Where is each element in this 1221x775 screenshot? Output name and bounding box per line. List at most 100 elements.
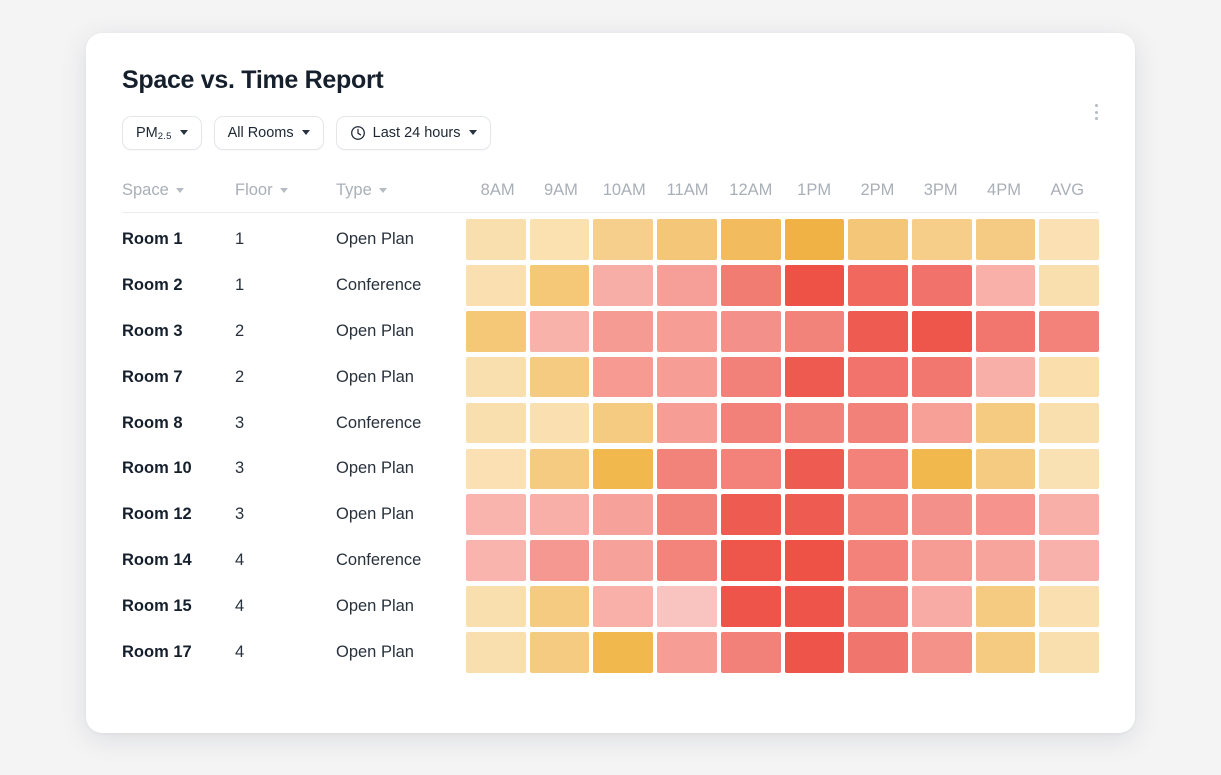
heatmap-cell[interactable] bbox=[657, 310, 717, 352]
heatmap-cell[interactable] bbox=[720, 264, 781, 306]
heatmap-cell[interactable] bbox=[784, 540, 845, 582]
heatmap-cell[interactable] bbox=[466, 264, 526, 306]
heatmap-cell[interactable] bbox=[657, 586, 717, 627]
heatmap-cell[interactable] bbox=[975, 219, 1036, 260]
heatmap-cell[interactable] bbox=[529, 356, 590, 398]
heatmap-cell[interactable] bbox=[975, 402, 1036, 444]
heatmap-cell[interactable] bbox=[848, 632, 908, 673]
heatmap-cell[interactable] bbox=[657, 632, 717, 673]
kebab-vertical-icon[interactable] bbox=[1085, 99, 1107, 125]
heatmap-cell[interactable] bbox=[720, 540, 781, 582]
heatmap-cell[interactable] bbox=[784, 494, 845, 536]
filter-timerange-button[interactable]: Last 24 hours bbox=[335, 115, 491, 150]
heatmap-cell[interactable] bbox=[784, 219, 845, 260]
heatmap-cell[interactable] bbox=[529, 586, 590, 627]
heatmap-cell[interactable] bbox=[1039, 448, 1100, 490]
heatmap-cell[interactable] bbox=[657, 264, 717, 306]
heatmap-cell[interactable] bbox=[466, 448, 526, 490]
heatmap-cell[interactable] bbox=[593, 586, 654, 627]
heatmap-cell[interactable] bbox=[1039, 356, 1100, 398]
heatmap-cell[interactable] bbox=[848, 402, 908, 444]
table-row[interactable]: Room 1 1 Open Plan bbox=[122, 217, 1100, 263]
heatmap-cell[interactable] bbox=[975, 264, 1036, 306]
heatmap-cell[interactable] bbox=[975, 540, 1036, 582]
table-row[interactable]: Room 10 3 Open Plan bbox=[122, 446, 1100, 492]
heatmap-cell[interactable] bbox=[1039, 264, 1100, 306]
heatmap-cell[interactable] bbox=[975, 448, 1036, 490]
heatmap-cell[interactable] bbox=[657, 219, 717, 260]
heatmap-cell[interactable] bbox=[529, 310, 590, 352]
heatmap-cell[interactable] bbox=[720, 219, 781, 260]
heatmap-cell[interactable] bbox=[784, 310, 845, 352]
heatmap-cell[interactable] bbox=[657, 402, 717, 444]
heatmap-cell[interactable] bbox=[720, 494, 781, 536]
heatmap-cell[interactable] bbox=[657, 448, 717, 490]
table-row[interactable]: Room 8 3 Conference bbox=[122, 400, 1100, 446]
table-row[interactable]: Room 14 4 Conference bbox=[122, 538, 1100, 584]
heatmap-cell[interactable] bbox=[1039, 540, 1100, 582]
heatmap-cell[interactable] bbox=[466, 219, 526, 260]
heatmap-cell[interactable] bbox=[1039, 219, 1100, 260]
table-row[interactable]: Room 15 4 Open Plan bbox=[122, 584, 1100, 630]
heatmap-cell[interactable] bbox=[593, 448, 654, 490]
heatmap-cell[interactable] bbox=[593, 632, 654, 673]
heatmap-cell[interactable] bbox=[720, 632, 781, 673]
heatmap-cell[interactable] bbox=[848, 586, 908, 627]
heatmap-cell[interactable] bbox=[911, 264, 972, 306]
heatmap-cell[interactable] bbox=[657, 356, 717, 398]
heatmap-cell[interactable] bbox=[975, 356, 1036, 398]
heatmap-cell[interactable] bbox=[529, 219, 590, 260]
heatmap-cell[interactable] bbox=[848, 540, 908, 582]
heatmap-cell[interactable] bbox=[466, 494, 526, 536]
heatmap-cell[interactable] bbox=[975, 310, 1036, 352]
heatmap-cell[interactable] bbox=[720, 356, 781, 398]
heatmap-cell[interactable] bbox=[911, 494, 972, 536]
column-header-type[interactable]: Type bbox=[336, 181, 466, 200]
heatmap-cell[interactable] bbox=[529, 632, 590, 673]
heatmap-cell[interactable] bbox=[466, 540, 526, 582]
heatmap-cell[interactable] bbox=[466, 632, 526, 673]
heatmap-cell[interactable] bbox=[911, 356, 972, 398]
filter-rooms-button[interactable]: All Rooms bbox=[213, 115, 324, 150]
heatmap-cell[interactable] bbox=[593, 356, 654, 398]
heatmap-cell[interactable] bbox=[975, 494, 1036, 536]
heatmap-cell[interactable] bbox=[784, 402, 845, 444]
table-row[interactable]: Room 17 4 Open Plan bbox=[122, 630, 1100, 676]
table-row[interactable]: Room 12 3 Open Plan bbox=[122, 492, 1100, 538]
heatmap-cell[interactable] bbox=[975, 632, 1036, 673]
heatmap-cell[interactable] bbox=[784, 264, 845, 306]
heatmap-cell[interactable] bbox=[911, 219, 972, 260]
heatmap-cell[interactable] bbox=[466, 402, 526, 444]
heatmap-cell[interactable] bbox=[1039, 586, 1100, 627]
table-row[interactable]: Room 2 1 Conference bbox=[122, 262, 1100, 308]
heatmap-cell[interactable] bbox=[911, 448, 972, 490]
heatmap-cell[interactable] bbox=[911, 402, 972, 444]
heatmap-cell[interactable] bbox=[593, 219, 654, 260]
heatmap-cell[interactable] bbox=[848, 310, 908, 352]
heatmap-cell[interactable] bbox=[911, 540, 972, 582]
heatmap-cell[interactable] bbox=[529, 448, 590, 490]
heatmap-cell[interactable] bbox=[848, 356, 908, 398]
heatmap-cell[interactable] bbox=[657, 540, 717, 582]
heatmap-cell[interactable] bbox=[720, 586, 781, 627]
filter-pollutant-button[interactable]: PM 2.5 bbox=[122, 115, 202, 150]
heatmap-cell[interactable] bbox=[1039, 494, 1100, 536]
heatmap-cell[interactable] bbox=[848, 219, 908, 260]
heatmap-cell[interactable] bbox=[593, 402, 654, 444]
heatmap-cell[interactable] bbox=[593, 494, 654, 536]
heatmap-cell[interactable] bbox=[466, 310, 526, 352]
table-row[interactable]: Room 3 2 Open Plan bbox=[122, 308, 1100, 354]
heatmap-cell[interactable] bbox=[975, 586, 1036, 627]
column-header-floor[interactable]: Floor bbox=[235, 181, 336, 200]
heatmap-cell[interactable] bbox=[848, 448, 908, 490]
heatmap-cell[interactable] bbox=[593, 264, 654, 306]
heatmap-cell[interactable] bbox=[593, 310, 654, 352]
heatmap-cell[interactable] bbox=[529, 264, 590, 306]
heatmap-cell[interactable] bbox=[1039, 402, 1100, 444]
heatmap-cell[interactable] bbox=[848, 264, 908, 306]
column-header-space[interactable]: Space bbox=[122, 181, 235, 200]
heatmap-cell[interactable] bbox=[720, 310, 781, 352]
heatmap-cell[interactable] bbox=[1039, 632, 1100, 673]
heatmap-cell[interactable] bbox=[911, 310, 972, 352]
table-row[interactable]: Room 7 2 Open Plan bbox=[122, 354, 1100, 400]
